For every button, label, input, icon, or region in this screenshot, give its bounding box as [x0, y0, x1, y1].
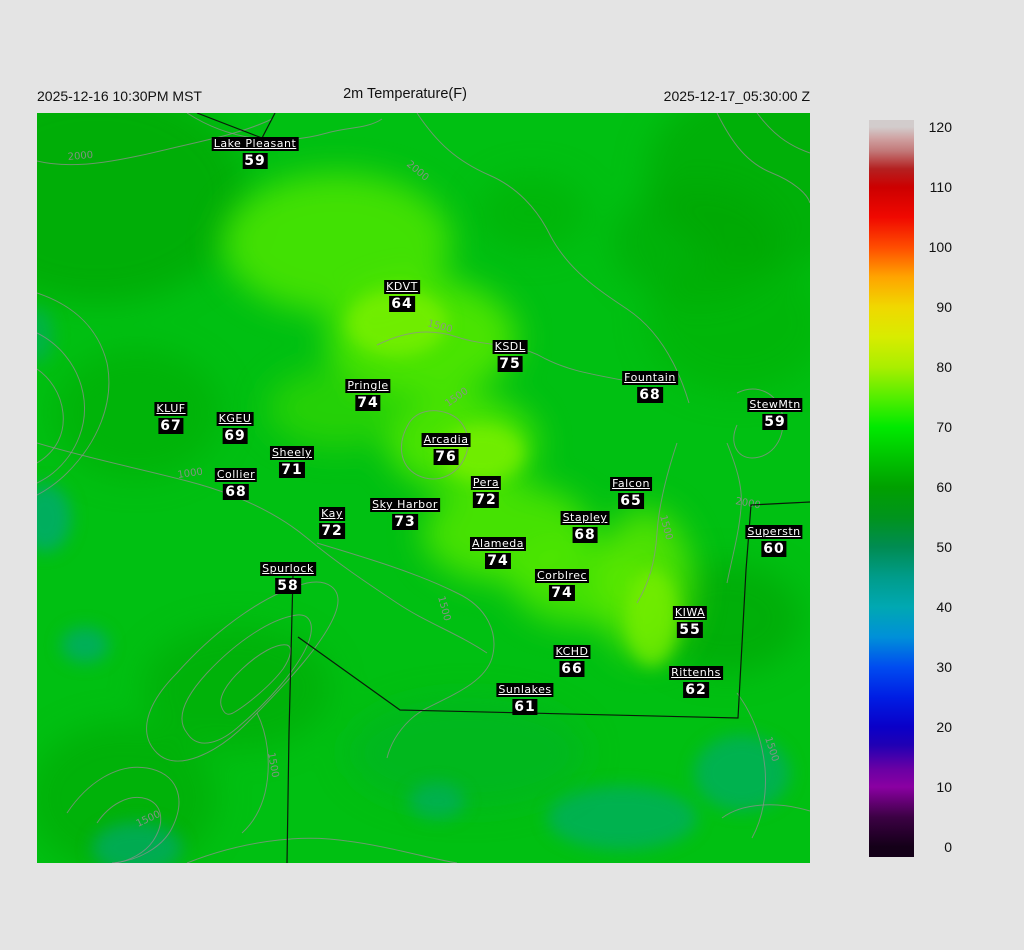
station-name: Alameda	[469, 537, 527, 551]
colorbar-tick-label: 60	[936, 479, 952, 495]
station-name: Lake Pleasant	[211, 137, 299, 151]
station-value: 67	[158, 418, 184, 434]
station-kay: Kay 72	[319, 507, 345, 539]
station-name: Falcon	[610, 477, 652, 491]
station-corblrec: Corblrec 74	[534, 569, 590, 601]
valid-time-utc: 2025-12-17_05:30:00 Z	[663, 88, 810, 104]
colorbar-tick-label: 20	[936, 719, 952, 735]
colorbar-tick-label: 90	[936, 299, 952, 315]
station-name: Fountain	[622, 371, 678, 385]
station-value: 68	[223, 484, 249, 500]
station-value: 69	[222, 428, 248, 444]
station-sheely: Sheely 71	[269, 446, 315, 478]
station-rittenhs: Rittenhs 62	[669, 666, 723, 698]
station-name: Spurlock	[260, 562, 316, 576]
station-value: 74	[549, 585, 575, 601]
station-alameda: Alameda 74	[469, 537, 527, 569]
station-name: Sunlakes	[496, 683, 554, 697]
station-value: 72	[473, 492, 499, 508]
station-labels-layer: Lake Pleasant 59 KDVT 64 KSDL 75 Fountain 68 Ste…	[37, 113, 810, 863]
station-value: 68	[572, 527, 598, 543]
station-pringle: Pringle 74	[345, 379, 391, 411]
temperature-colorbar	[869, 120, 914, 857]
station-name: Rittenhs	[669, 666, 723, 680]
colorbar-tick-labels: 0 10 20 30 40 50 60 70 80 90 100 110 120	[920, 119, 952, 857]
temperature-map: 2000 2000 1500 1500 1000 1500 2000 1500 1500 1500…	[37, 113, 810, 863]
colorbar-tick-label: 30	[936, 659, 952, 675]
station-value: 71	[279, 462, 305, 478]
station-value: 55	[677, 622, 703, 638]
station-lake-pleasant: Lake Pleasant 59	[211, 137, 299, 169]
station-falcon: Falcon 65	[610, 477, 652, 509]
station-value: 59	[242, 153, 268, 169]
colorbar-tick-label: 40	[936, 599, 952, 615]
station-name: KSDL	[492, 340, 528, 354]
station-value: 61	[512, 699, 538, 715]
station-ksdl: KSDL 75	[492, 340, 528, 372]
station-name: Pera	[470, 476, 502, 490]
station-value: 65	[618, 493, 644, 509]
station-kdvt: KDVT 64	[384, 280, 420, 312]
station-name: Kay	[319, 507, 345, 521]
station-sky-harbor: Sky Harbor 73	[370, 498, 440, 530]
station-value: 62	[683, 682, 709, 698]
station-superstn: Superstn 60	[745, 525, 803, 557]
station-name: Arcadia	[421, 433, 471, 447]
colorbar-tick-label: 70	[936, 419, 952, 435]
station-value: 74	[485, 553, 511, 569]
station-name: Corblrec	[534, 569, 590, 583]
colorbar-tick-label: 10	[936, 779, 952, 795]
station-kgeu: KGEU 69	[216, 412, 254, 444]
station-collier: Collier 68	[214, 468, 258, 500]
station-name: KIWA	[672, 606, 708, 620]
station-value: 72	[319, 523, 345, 539]
station-stapley: Stapley 68	[560, 511, 610, 543]
station-arcadia: Arcadia 76	[421, 433, 471, 465]
station-name: KLUF	[154, 402, 188, 416]
station-name: KGEU	[216, 412, 254, 426]
colorbar-tick-label: 110	[929, 179, 952, 195]
colorbar-tick-label: 50	[936, 539, 952, 555]
station-kiwa: KIWA 55	[672, 606, 708, 638]
station-value: 59	[762, 414, 788, 430]
station-value: 76	[433, 449, 459, 465]
station-value: 68	[637, 387, 663, 403]
colorbar-tick-label: 80	[936, 359, 952, 375]
station-fountain: Fountain 68	[622, 371, 678, 403]
station-name: Collier	[214, 468, 258, 482]
station-kchd: KCHD 66	[553, 645, 591, 677]
station-stewmtn: StewMtn 59	[747, 398, 803, 430]
station-name: KDVT	[384, 280, 420, 294]
station-kluf: KLUF 67	[154, 402, 188, 434]
colorbar-tick-label: 120	[928, 119, 952, 135]
station-value: 64	[389, 296, 415, 312]
station-value: 74	[355, 395, 381, 411]
station-value: 73	[392, 514, 418, 530]
station-value: 75	[497, 356, 523, 372]
station-spurlock: Spurlock 58	[260, 562, 316, 594]
station-name: StewMtn	[747, 398, 803, 412]
station-value: 60	[761, 541, 787, 557]
colorbar-tick-label: 100	[928, 239, 952, 255]
station-pera: Pera 72	[470, 476, 502, 508]
station-name: Superstn	[745, 525, 803, 539]
station-name: Pringle	[345, 379, 391, 393]
station-value: 58	[275, 578, 301, 594]
station-name: KCHD	[553, 645, 591, 659]
colorbar-tick-label: 0	[944, 839, 952, 855]
station-sunlakes: Sunlakes 61	[496, 683, 554, 715]
station-value: 66	[559, 661, 585, 677]
station-name: Sky Harbor	[370, 498, 440, 512]
station-name: Stapley	[560, 511, 610, 525]
station-name: Sheely	[269, 446, 315, 460]
